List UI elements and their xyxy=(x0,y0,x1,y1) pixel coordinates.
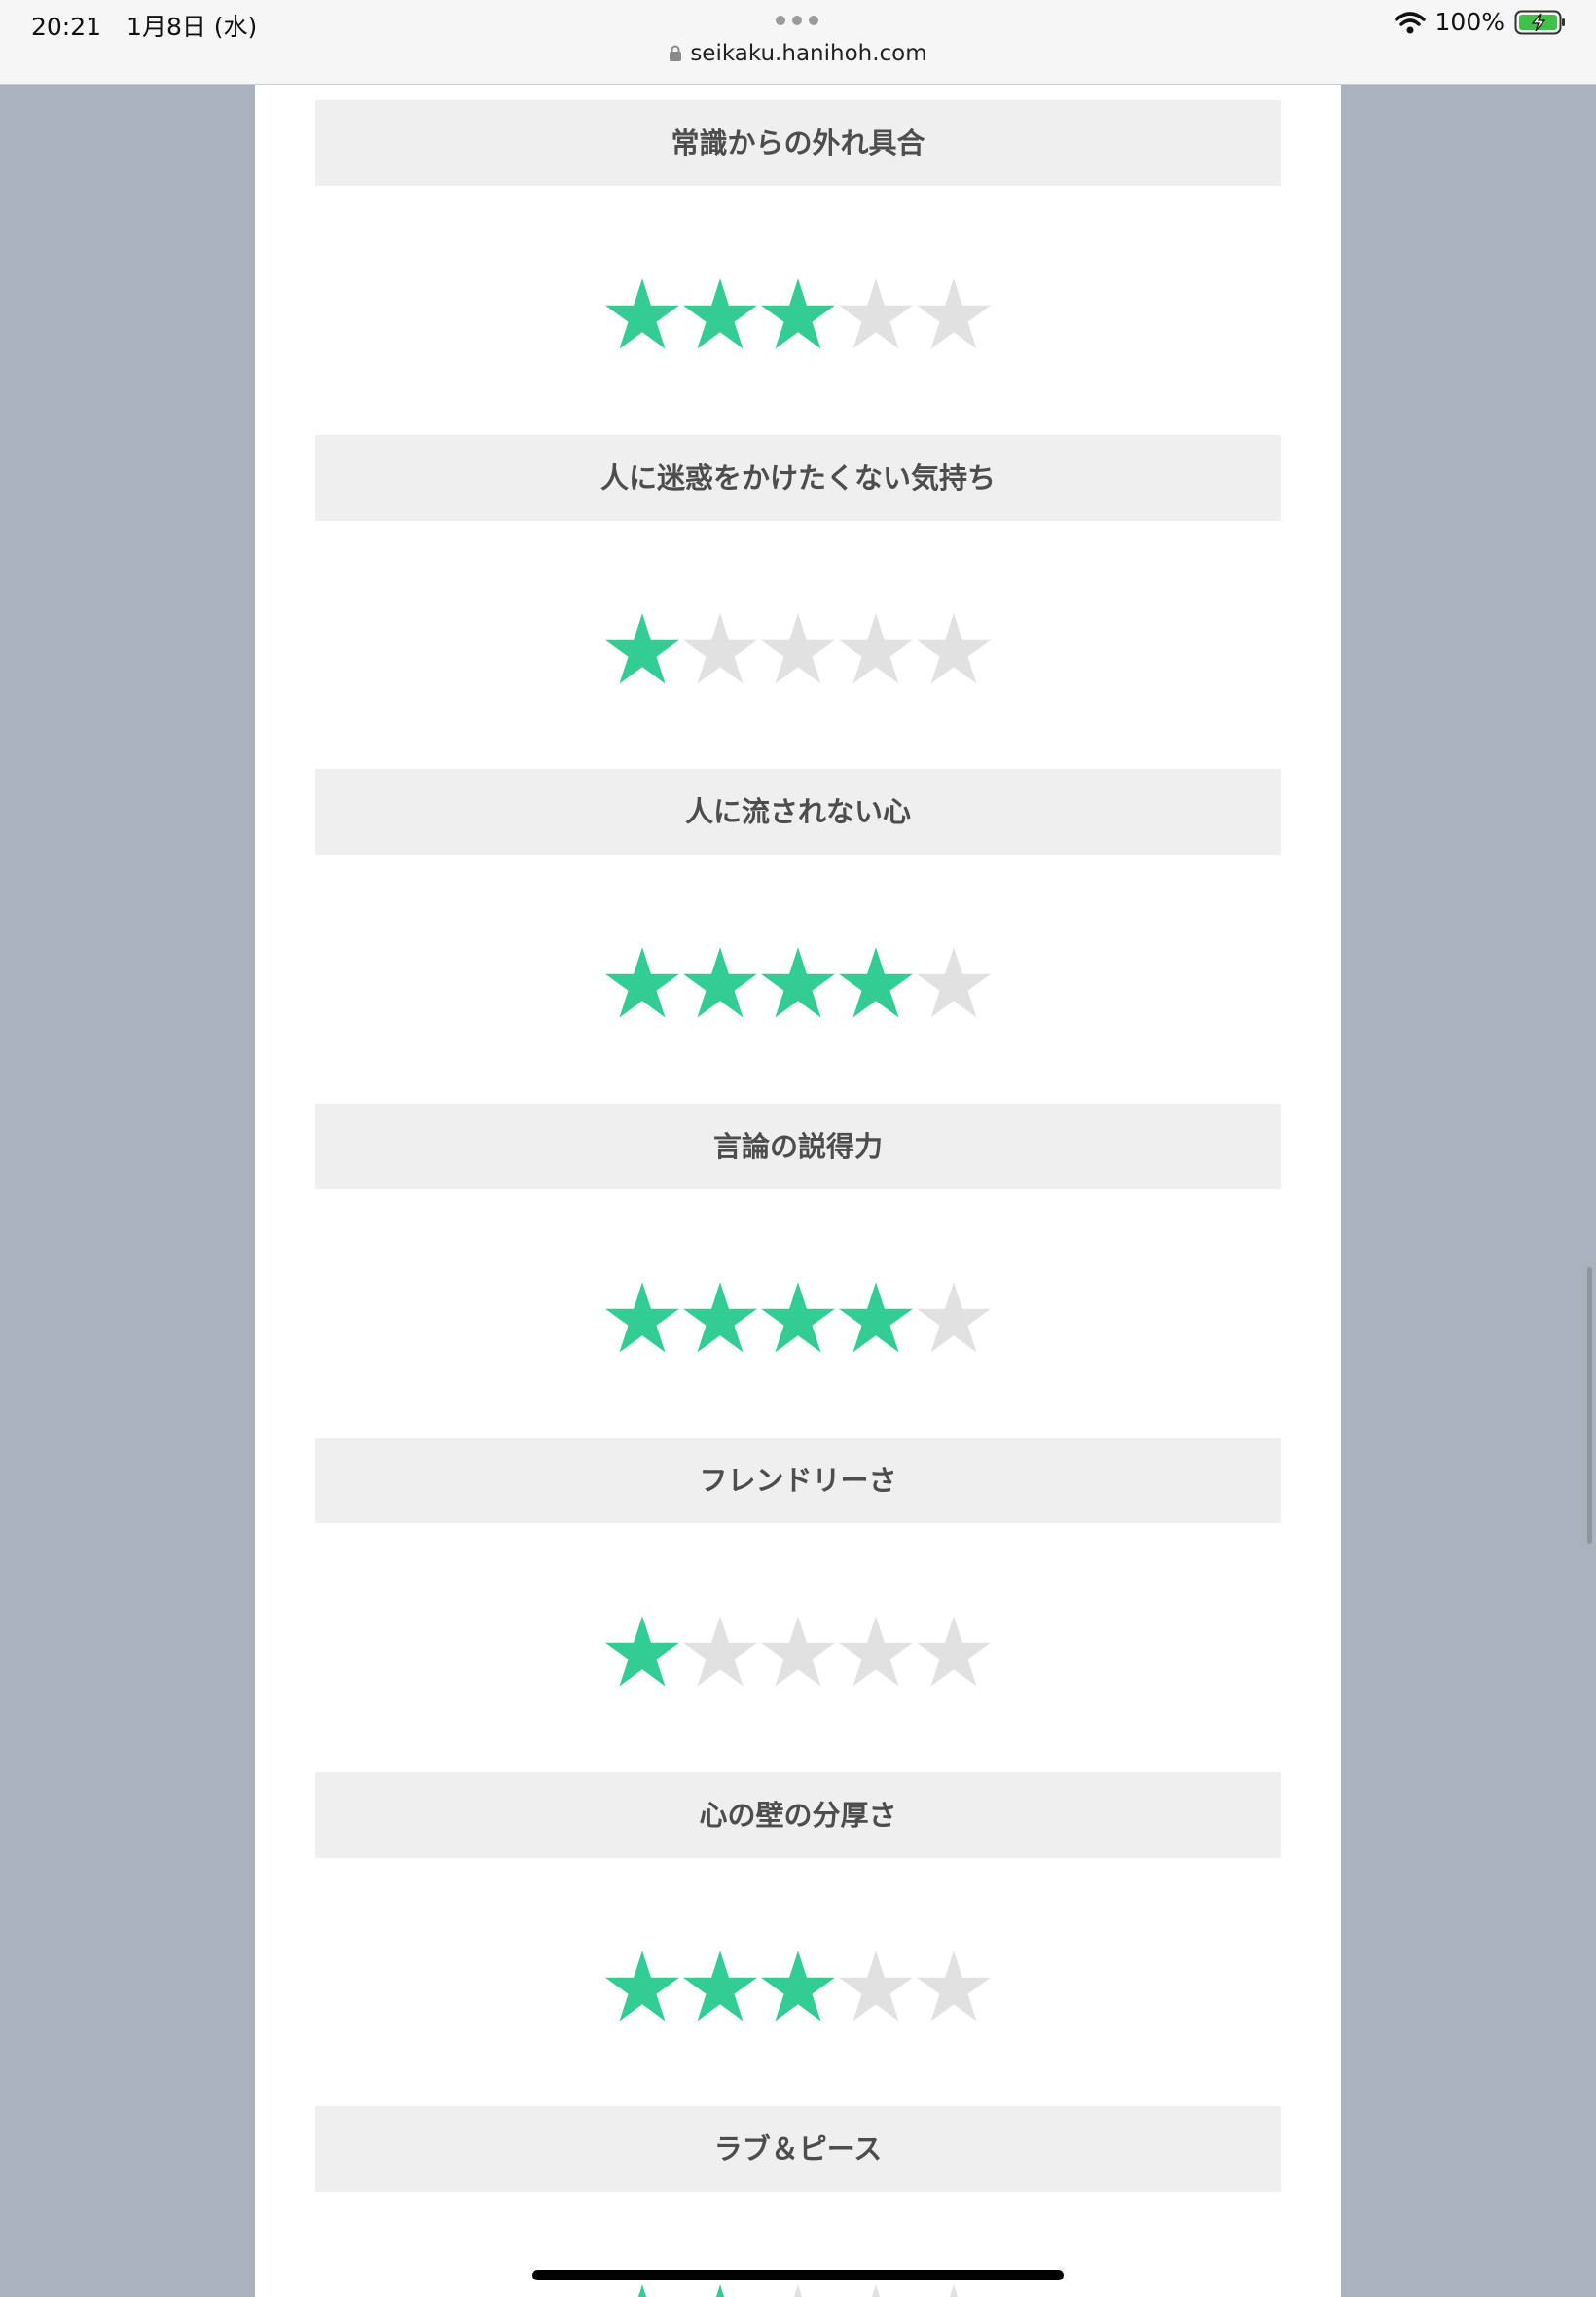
battery-percent: 100% xyxy=(1434,8,1505,36)
star-filled-icon xyxy=(605,1616,679,1687)
star-filled-icon xyxy=(839,1281,913,1352)
rating-title: フレンドリーさ xyxy=(315,1438,1281,1523)
rating-item: 人に迷惑をかけたくない気持ち xyxy=(315,434,1281,683)
star-filled-icon xyxy=(839,947,913,1018)
star-empty-icon xyxy=(839,278,913,349)
url-text: seikaku.hanihoh.com xyxy=(690,41,927,66)
star-empty-icon xyxy=(761,1616,835,1687)
star-empty-icon xyxy=(917,1950,991,2021)
rating-item: ラブ＆ピース xyxy=(315,2106,1281,2297)
star-filled-icon xyxy=(605,947,679,1018)
rating-title: 心の壁の分厚さ xyxy=(315,1771,1281,1858)
star-empty-icon xyxy=(839,1950,913,2021)
address-bar[interactable]: seikaku.hanihoh.com xyxy=(0,41,1596,66)
wifi-icon xyxy=(1394,11,1426,33)
rating-title: 常識からの外れ具合 xyxy=(315,100,1281,186)
star-empty-icon xyxy=(917,612,991,683)
star-empty-icon xyxy=(683,1616,757,1687)
status-date: 1月8日 (水) xyxy=(127,13,258,41)
star-rating xyxy=(315,610,1281,688)
star-empty-icon xyxy=(839,1616,913,1687)
star-filled-icon xyxy=(605,278,679,349)
rating-title: 人に迷惑をかけたくない気持ち xyxy=(315,434,1281,521)
star-filled-icon xyxy=(637,2284,647,2297)
star-filled-icon xyxy=(605,1281,679,1352)
star-rating xyxy=(315,944,1281,1022)
star-filled-icon xyxy=(761,1281,835,1352)
status-bar: 20:21 1月8日 (水) seikaku.hanihoh.com 100% xyxy=(0,0,1596,85)
lock-icon xyxy=(670,45,682,61)
star-filled-icon xyxy=(605,1950,679,2021)
rating-item: 常識からの外れ具合 xyxy=(315,100,1281,349)
rating-title: 言論の説得力 xyxy=(315,1103,1281,1189)
star-filled-icon xyxy=(683,1281,757,1352)
scrollbar[interactable] xyxy=(1587,1267,1592,1544)
content-card: 常識からの外れ具合 人に迷惑をかけたくない気持ち 人に流されない心 言論の説得力 フレン… xyxy=(255,85,1341,2297)
rating-item: フレンドリーさ xyxy=(315,1438,1281,1687)
star-rating xyxy=(315,1948,1281,2025)
star-empty-icon xyxy=(917,1616,991,1687)
star-filled-icon xyxy=(605,612,679,683)
star-filled-icon xyxy=(683,278,757,349)
star-rating xyxy=(315,1279,1281,1357)
rating-item: 心の壁の分厚さ xyxy=(315,1771,1281,2021)
star-rating xyxy=(315,275,1281,353)
more-dots-icon[interactable] xyxy=(776,16,818,25)
battery-charging-icon xyxy=(1514,10,1565,34)
star-empty-icon xyxy=(793,2284,803,2297)
star-empty-icon xyxy=(949,2284,959,2297)
star-filled-icon xyxy=(683,1950,757,2021)
star-rating xyxy=(315,1613,1281,1691)
rating-title: ラブ＆ピース xyxy=(315,2106,1281,2192)
star-empty-icon xyxy=(839,612,913,683)
star-empty-icon xyxy=(871,2284,881,2297)
star-filled-icon xyxy=(683,947,757,1018)
star-rating xyxy=(315,2281,1281,2297)
star-filled-icon xyxy=(761,1950,835,2021)
status-time-date: 20:21 1月8日 (水) xyxy=(31,8,257,43)
status-indicators: 100% xyxy=(1394,8,1567,36)
star-filled-icon xyxy=(761,278,835,349)
star-empty-icon xyxy=(761,612,835,683)
star-empty-icon xyxy=(917,278,991,349)
star-empty-icon xyxy=(917,947,991,1018)
star-filled-icon xyxy=(761,947,835,1018)
status-time: 20:21 xyxy=(31,13,102,41)
rating-title: 人に流されない心 xyxy=(315,769,1281,855)
star-empty-icon xyxy=(917,1281,991,1352)
home-indicator[interactable] xyxy=(532,2270,1064,2280)
star-filled-icon xyxy=(715,2284,725,2297)
star-empty-icon xyxy=(683,612,757,683)
rating-item: 人に流されない心 xyxy=(315,769,1281,1018)
rating-item: 言論の説得力 xyxy=(315,1103,1281,1352)
